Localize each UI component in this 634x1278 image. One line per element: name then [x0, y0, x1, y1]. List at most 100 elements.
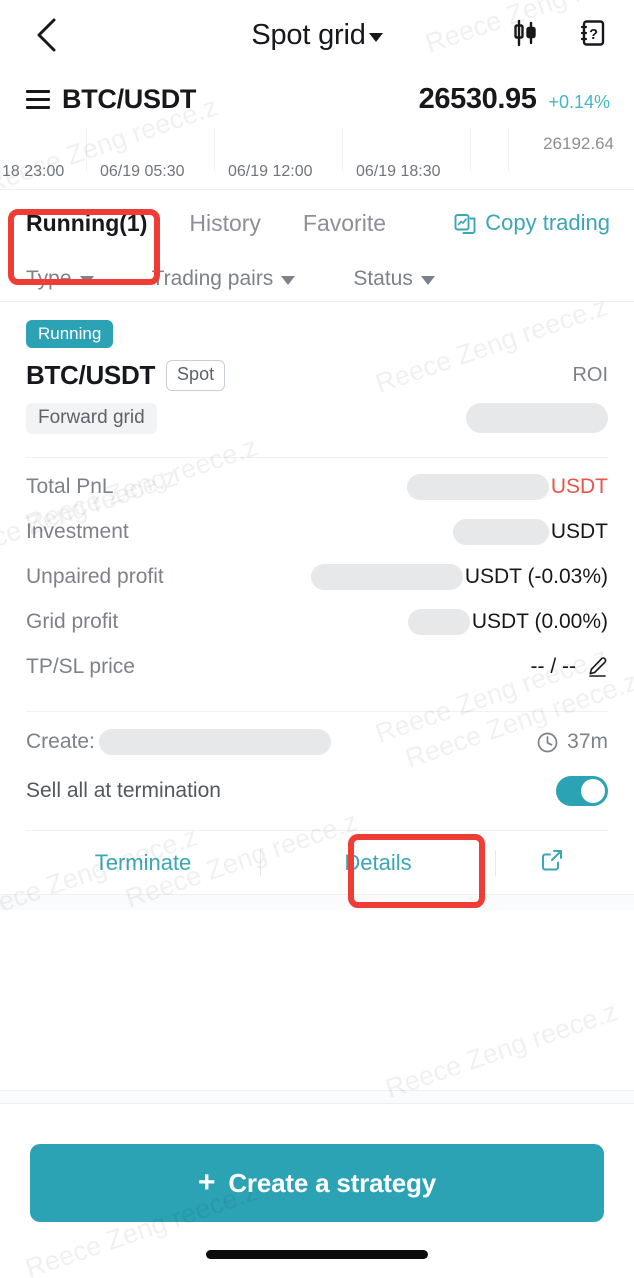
- stat-unit: USDT: [550, 519, 608, 543]
- card-action-bar: Terminate Details: [26, 830, 608, 894]
- tpsl-value: -- / --: [530, 654, 576, 678]
- home-indicator: [206, 1250, 428, 1259]
- plus-icon: +: [198, 1166, 216, 1199]
- clock-icon: [537, 732, 558, 752]
- stat-row-grid-profit: Grid profit USDT (0.00%): [26, 599, 608, 644]
- status-badge: Running: [26, 320, 114, 348]
- top-navigation-bar: Spot grid ?: [0, 0, 634, 70]
- page-title: Spot grid: [251, 18, 366, 51]
- create-strategy-button[interactable]: + Create a strategy: [30, 1144, 604, 1222]
- back-button[interactable]: [26, 15, 66, 55]
- tab-history[interactable]: History: [189, 210, 261, 237]
- create-strategy-label: Create a strategy: [228, 1167, 436, 1198]
- terminate-button[interactable]: Terminate: [26, 850, 260, 876]
- stat-value-group: USDT: [452, 518, 608, 545]
- stat-label: TP/SL price: [26, 654, 135, 678]
- create-value-redacted: [98, 729, 331, 755]
- strategy-pair: BTC/USDT: [26, 360, 156, 390]
- stat-row-investment: Investment USDT: [26, 509, 608, 554]
- copy-trading-link[interactable]: Copy trading: [453, 210, 610, 236]
- price-change-percent: +0.14%: [548, 91, 610, 112]
- x-tick: 06/19 12:00: [228, 163, 313, 180]
- stat-label: Investment: [26, 519, 129, 543]
- copy-trading-label: Copy trading: [485, 210, 610, 235]
- strategy-card-header: BTC/USDT Spot ROI: [26, 360, 608, 391]
- stat-value-redacted: [407, 608, 470, 635]
- create-label: Create:: [26, 730, 95, 753]
- bottom-action-area: + Create a strategy: [0, 1144, 634, 1222]
- stat-row-total-pnl: Total PnL USDT: [26, 464, 608, 509]
- external-link-icon: [542, 849, 562, 870]
- create-time-row: Create: 37m: [26, 718, 608, 766]
- chevron-down-icon: [79, 275, 94, 285]
- share-button[interactable]: [496, 847, 608, 879]
- filter-bar: Type Trading pairs Status: [0, 256, 634, 302]
- elapsed-time: 37m: [567, 730, 608, 753]
- tab-running[interactable]: Running(1): [26, 210, 147, 237]
- stat-value-redacted: [452, 518, 549, 545]
- stat-value-redacted: [406, 473, 549, 500]
- chevron-down-icon: [281, 275, 296, 285]
- filter-status[interactable]: Status: [353, 267, 435, 291]
- chart-x-axis: 18 23:00 06/19 05:30 06/19 12:00 06/19 1…: [0, 163, 634, 183]
- copy-trading-icon: [454, 214, 476, 234]
- stat-unit: USDT (0.00%): [471, 609, 608, 633]
- edit-tpsl-button[interactable]: [586, 656, 608, 678]
- toggle-knob: [581, 779, 605, 803]
- strategy-card: Running BTC/USDT Spot ROI Forward grid T…: [0, 302, 634, 894]
- strategy-card-subheader: Forward grid: [26, 401, 608, 435]
- chevron-left-icon: [37, 18, 56, 52]
- grid-direction-chip: Forward grid: [26, 402, 157, 434]
- stat-value-group: USDT (0.00%): [407, 608, 608, 635]
- strategy-meta: Create: 37m Sell all at termination: [26, 712, 608, 816]
- app-root: Reece Zeng reece.z Reece Zeng reece.z Reec…: [0, 0, 634, 1278]
- filter-type[interactable]: Type: [26, 267, 94, 291]
- market-type-chip: Spot: [166, 360, 226, 391]
- tab-favorite[interactable]: Favorite: [303, 210, 386, 237]
- svg-text:?: ?: [589, 27, 598, 43]
- caret-down-icon: [368, 32, 383, 42]
- stat-unit: USDT: [550, 474, 608, 498]
- ticker-pair-label[interactable]: BTC/USDT: [62, 84, 196, 115]
- candlestick-chart-icon: [514, 19, 536, 46]
- filter-trading-pairs[interactable]: Trading pairs: [152, 267, 296, 291]
- candlestick-chart-button[interactable]: [510, 18, 540, 53]
- x-tick: 18 23:00: [2, 163, 65, 180]
- elapsed-time-group: 37m: [536, 730, 608, 754]
- tab-bar: Running(1) History Favorite Copy trading: [0, 190, 634, 256]
- sell-all-toggle[interactable]: [556, 776, 608, 806]
- strategy-stats: Total PnL USDT Investment USDT Unpaired …: [26, 458, 608, 689]
- list-bottom-divider: [0, 1090, 634, 1104]
- hamburger-icon[interactable]: [26, 89, 50, 109]
- stat-value-group: USDT: [406, 473, 608, 500]
- empty-list-area: [0, 910, 634, 1090]
- filter-type-label: Type: [26, 266, 72, 290]
- ticker-price-group: 26530.95 +0.14%: [419, 83, 610, 116]
- x-tick: 06/19 05:30: [100, 163, 185, 180]
- details-button[interactable]: Details: [261, 850, 495, 876]
- sell-all-label: Sell all at termination: [26, 779, 221, 802]
- nav-actions: ?: [510, 18, 608, 53]
- help-button[interactable]: ?: [578, 18, 608, 53]
- stat-row-tpsl-price: TP/SL price -- / --: [26, 644, 608, 689]
- price-chart-strip[interactable]: 26192.64 18 23:00 06/19 05:30 06/19 12:0…: [0, 128, 634, 190]
- stat-value-group: -- / --: [531, 655, 608, 679]
- stat-label: Grid profit: [26, 609, 119, 633]
- roi-value-redacted: [466, 403, 608, 433]
- chart-price-label: 26192.64: [543, 134, 614, 153]
- last-price: 26530.95: [418, 82, 537, 115]
- filter-status-label: Status: [353, 266, 413, 290]
- x-tick: 06/19 18:30: [356, 163, 441, 180]
- filter-trading-pairs-label: Trading pairs: [151, 266, 274, 290]
- stat-label: Unpaired profit: [26, 564, 164, 588]
- roi-label: ROI: [572, 364, 608, 386]
- stat-value-group: USDT (-0.03%): [310, 563, 608, 590]
- stat-label: Total PnL: [26, 474, 114, 498]
- stat-value-redacted: [310, 563, 463, 590]
- stat-unit: USDT (-0.03%): [464, 564, 608, 588]
- card-bottom-gap: [0, 894, 634, 910]
- sell-all-row: Sell all at termination: [26, 766, 608, 816]
- pencil-icon: [589, 656, 607, 677]
- stat-row-unpaired-profit: Unpaired profit USDT (-0.03%): [26, 554, 608, 599]
- chevron-down-icon: [420, 275, 435, 285]
